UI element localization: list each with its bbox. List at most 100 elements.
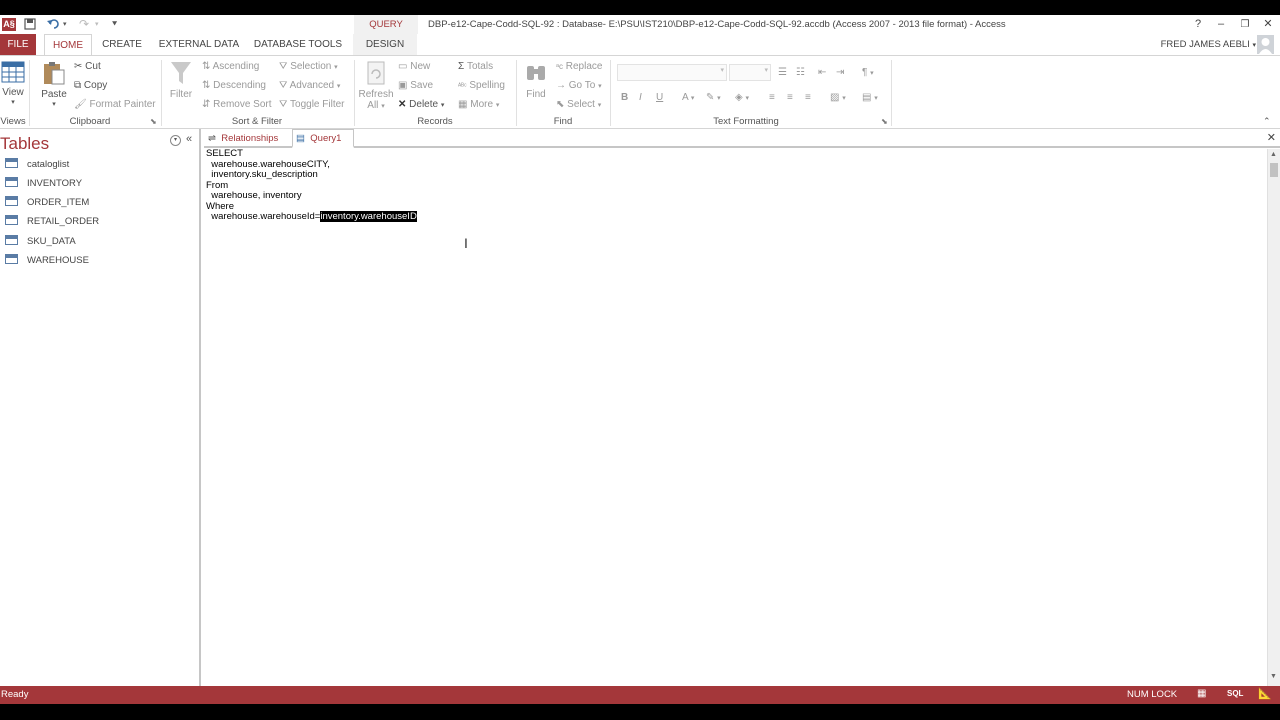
- nav-pane-title[interactable]: Tables: [0, 134, 49, 154]
- redo-icon[interactable]: ↷: [79, 15, 89, 34]
- sql-editor[interactable]: SELECT warehouse.warehouseCITY, inventor…: [204, 148, 1267, 686]
- descending-button[interactable]: ⇅ Descending: [202, 77, 266, 94]
- replace-label: Replace: [565, 61, 603, 72]
- shutter-bar-close-icon[interactable]: «: [186, 133, 192, 145]
- refresh-all-button[interactable]: Refresh All ▾: [358, 60, 394, 111]
- save-label: Save: [410, 80, 434, 91]
- toggle-filter-button[interactable]: ⛛ Toggle Filter: [279, 96, 344, 113]
- new-record-button[interactable]: ▭ New: [398, 58, 430, 75]
- italic-button[interactable]: I: [639, 89, 642, 106]
- tab-relationships[interactable]: ⇌ Relationships: [208, 130, 288, 147]
- font-size-combobox[interactable]: ▾: [729, 64, 771, 81]
- decrease-indent-icon[interactable]: ⇤: [818, 64, 826, 81]
- copy-button[interactable]: ⧉ Copy: [74, 77, 107, 94]
- align-right-icon[interactable]: ≡: [805, 89, 811, 106]
- tab-file[interactable]: FILE: [0, 34, 36, 55]
- nav-item-inventory[interactable]: INVENTORY: [5, 174, 82, 193]
- tab-design[interactable]: DESIGN: [353, 34, 417, 55]
- save-icon[interactable]: [24, 15, 36, 34]
- nav-item-order-item[interactable]: ORDER_ITEM: [5, 193, 89, 212]
- sigma-icon: Σ: [458, 61, 465, 72]
- totals-label: Totals: [466, 61, 494, 72]
- undo-dropdown-icon[interactable]: ▾: [63, 15, 67, 34]
- minimize-button[interactable]: –: [1210, 15, 1232, 34]
- underline-button[interactable]: U: [656, 89, 663, 106]
- remove-sort-button[interactable]: ⇵ Remove Sort: [202, 96, 272, 113]
- font-color-button[interactable]: A ▾: [682, 89, 694, 106]
- table-icon: [5, 215, 18, 226]
- align-center-icon[interactable]: ≡: [787, 89, 793, 106]
- nav-item-sku-data[interactable]: SKU_DATA: [5, 232, 76, 251]
- tab-external-data[interactable]: EXTERNAL DATA: [155, 34, 243, 55]
- redo-dropdown-icon[interactable]: ▾: [95, 15, 99, 34]
- tab-create[interactable]: CREATE: [100, 34, 144, 55]
- scroll-up-icon[interactable]: ▲: [1270, 151, 1277, 158]
- fill-color-icon[interactable]: ◈ ▾: [735, 89, 749, 106]
- chevron-down-icon: ▾: [52, 101, 56, 108]
- spelling-button[interactable]: ᴬᴮᶜ Spelling: [458, 77, 505, 94]
- cursor-arrow-icon: ⬉: [556, 99, 565, 110]
- tab-database-tools[interactable]: DATABASE TOOLS: [252, 34, 344, 55]
- filter-button[interactable]: Filter: [166, 60, 196, 100]
- records-group-label: Records: [417, 116, 453, 127]
- select-button[interactable]: ⬉ Select ▾: [556, 96, 601, 113]
- replace-icon: ᵃc: [556, 62, 563, 71]
- nav-item-retail-order[interactable]: RETAIL_ORDER: [5, 212, 99, 231]
- delete-button[interactable]: ✕ Delete ▾: [398, 96, 444, 113]
- tab-query1[interactable]: ▤ Query1: [292, 129, 354, 148]
- selection-filter-icon: ⛛: [279, 61, 288, 72]
- advanced-button[interactable]: ⛛ Advanced ▾: [279, 77, 340, 94]
- access-app-icon[interactable]: A§: [2, 18, 16, 31]
- increase-indent-icon[interactable]: ⇥: [836, 64, 844, 81]
- font-name-combobox[interactable]: ▾: [617, 64, 727, 81]
- dialog-launcher-icon[interactable]: ⬊: [150, 117, 157, 126]
- nav-menu-chevron-icon[interactable]: ▾: [170, 135, 181, 146]
- scroll-down-icon[interactable]: ▼: [1270, 673, 1277, 680]
- close-document-icon[interactable]: ✕: [1267, 131, 1276, 144]
- replace-button[interactable]: ᵃc Replace: [556, 58, 602, 75]
- more-button[interactable]: ▦ More ▾: [458, 96, 499, 113]
- find-button[interactable]: Find: [520, 60, 552, 100]
- scroll-thumb[interactable]: [1270, 163, 1278, 177]
- advanced-filter-icon: ⛛: [279, 80, 288, 91]
- remove-sort-icon: ⇵: [202, 99, 211, 110]
- datasheet-view-icon[interactable]: ▦: [1197, 688, 1206, 699]
- document-tabs: ⇌ Relationships ▤ Query1 ✕: [204, 129, 1280, 148]
- format-painter-button[interactable]: 🖌 Format Painter: [74, 96, 156, 113]
- highlight-color-icon[interactable]: ✎ ▾: [706, 89, 721, 106]
- save-record-button[interactable]: ▣ Save: [398, 77, 433, 94]
- dialog-launcher-icon[interactable]: ⬊: [881, 117, 888, 126]
- format-painter-label: Format Painter: [89, 99, 156, 110]
- paste-button[interactable]: Paste ▾: [38, 60, 70, 108]
- design-view-icon[interactable]: 📐: [1258, 687, 1272, 700]
- tab-home[interactable]: HOME: [44, 34, 92, 56]
- close-button[interactable]: ✕: [1257, 15, 1279, 34]
- gridlines-icon[interactable]: ▤ ▾: [862, 89, 878, 106]
- cut-button[interactable]: ✂ Cut: [74, 58, 101, 75]
- user-name[interactable]: FRED JAMES AEBLI ▾: [1161, 34, 1256, 55]
- totals-button[interactable]: Σ Totals: [458, 58, 493, 75]
- ascending-button[interactable]: ⇅ Ascending: [202, 58, 259, 75]
- goto-button[interactable]: → Go To ▾: [556, 77, 602, 94]
- sql-view-icon[interactable]: SQL: [1227, 689, 1243, 698]
- selection-button[interactable]: ⛛ Selection ▾: [279, 58, 338, 75]
- background-color-icon[interactable]: ▨ ▾: [830, 89, 846, 106]
- paragraph-direction-icon[interactable]: ¶ ▾: [862, 64, 874, 81]
- funnel-icon: [171, 62, 191, 84]
- align-left-icon[interactable]: ≡: [769, 89, 775, 106]
- restore-button[interactable]: ❐: [1234, 15, 1256, 34]
- help-button[interactable]: ?: [1187, 15, 1209, 34]
- undo-icon[interactable]: [47, 15, 61, 34]
- collapse-ribbon-icon[interactable]: ⌃: [1263, 116, 1271, 127]
- customize-qat-icon[interactable]: ⯆: [111, 15, 118, 34]
- vertical-scrollbar[interactable]: ▲ ▼: [1267, 149, 1280, 686]
- bold-button[interactable]: B: [621, 89, 628, 106]
- view-button[interactable]: View ▾: [0, 60, 26, 106]
- avatar[interactable]: [1257, 35, 1274, 54]
- nav-item-warehouse[interactable]: WAREHOUSE: [5, 251, 89, 270]
- chevron-down-icon: ▾: [440, 102, 445, 109]
- query-icon: ▤: [296, 133, 305, 144]
- bullets-icon[interactable]: ☰: [778, 64, 787, 81]
- numbering-icon[interactable]: ☷: [796, 64, 805, 81]
- nav-item-cataloglist[interactable]: cataloglist: [5, 155, 69, 174]
